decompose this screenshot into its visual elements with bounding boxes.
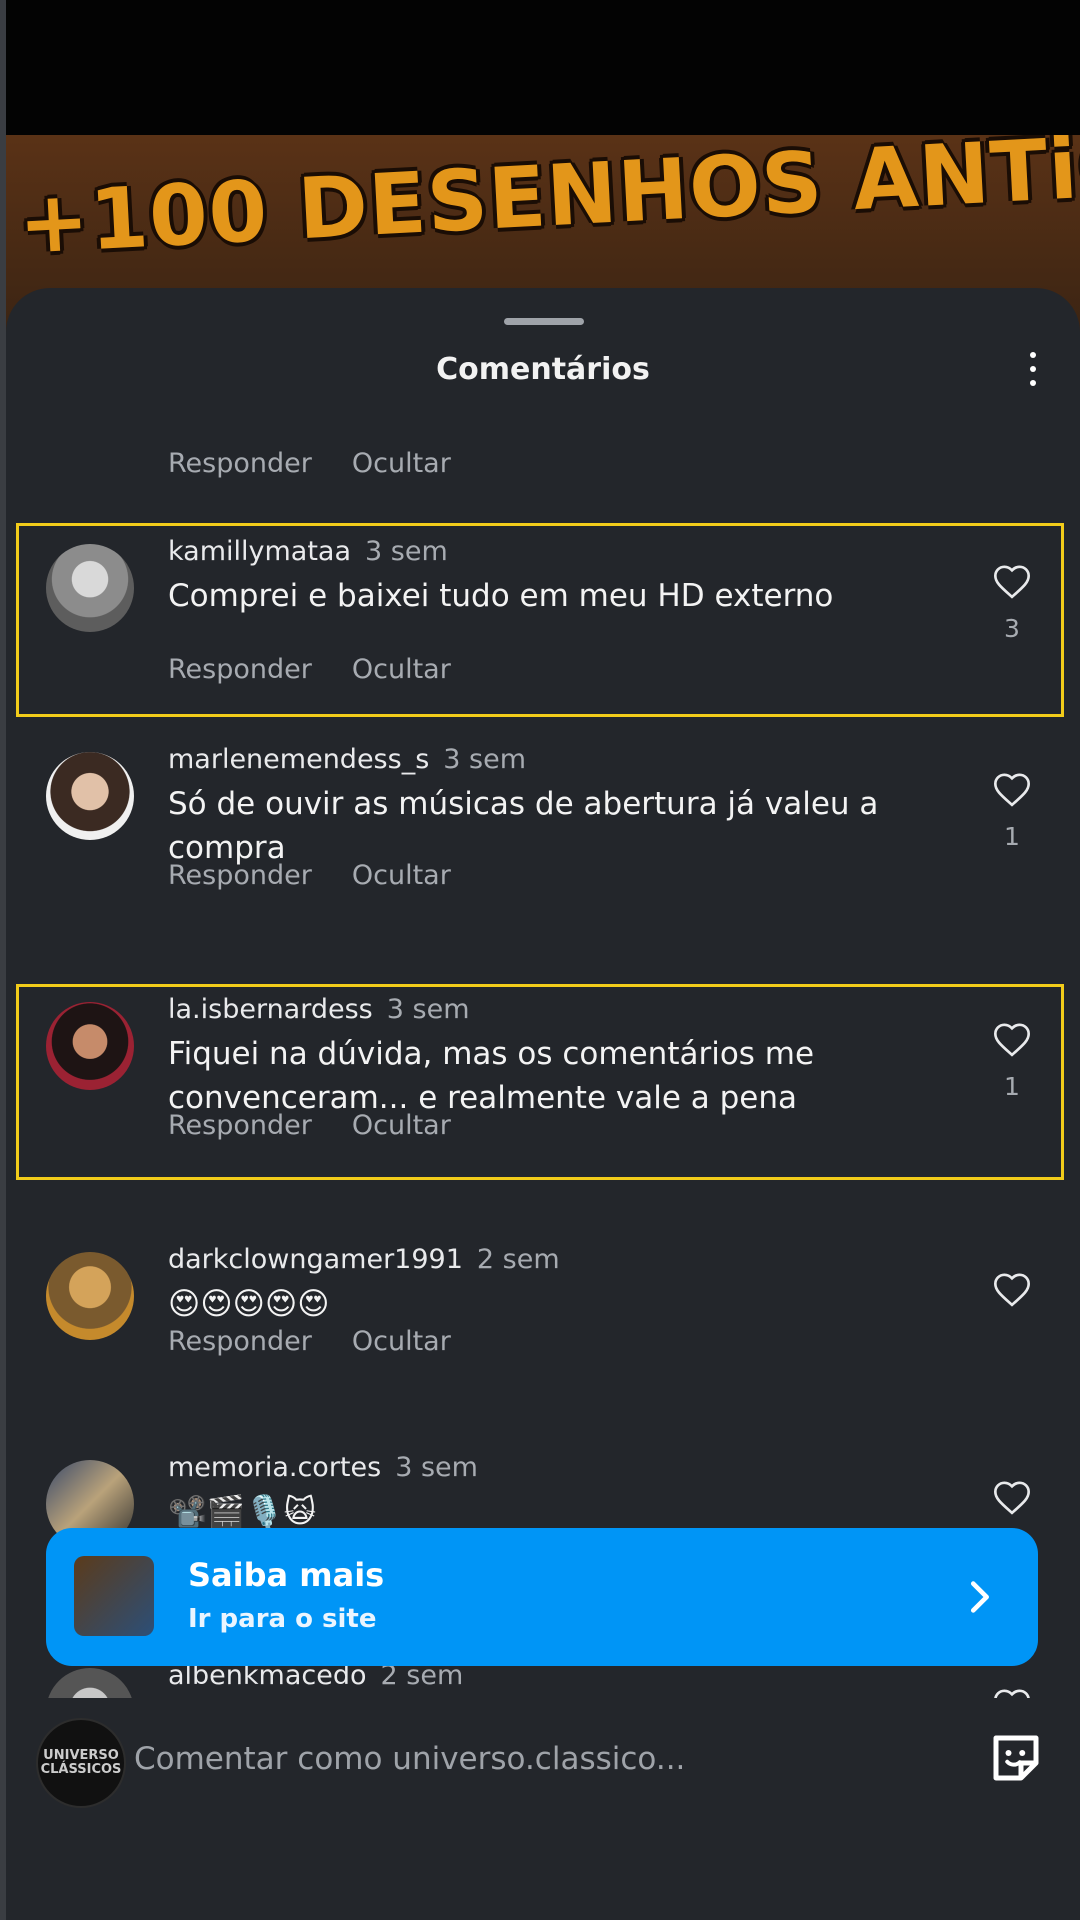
like-count: 3 bbox=[1004, 614, 1020, 643]
drag-handle[interactable] bbox=[504, 318, 584, 325]
hide-button[interactable]: Ocultar bbox=[352, 1326, 451, 1357]
comment-meta: memoria.cortes 3 sem bbox=[168, 1452, 478, 1483]
like-control[interactable]: 1 bbox=[990, 770, 1034, 851]
avatar[interactable] bbox=[46, 1002, 134, 1090]
hide-button[interactable]: Ocultar bbox=[352, 654, 451, 685]
avatar[interactable] bbox=[46, 752, 134, 840]
reply-button[interactable]: Responder bbox=[168, 1110, 312, 1141]
comment-time: 2 sem bbox=[476, 1244, 560, 1275]
comment-username[interactable]: marlenemendess_s bbox=[168, 744, 429, 775]
comment-username[interactable]: darkclowngamer1991 bbox=[168, 1244, 463, 1275]
banner-title: +100 DESENHOS ANTiGOS bbox=[16, 135, 1080, 273]
comment-composer: UNIVERSO CLÁSSICOS bbox=[6, 1698, 1080, 1828]
self-avatar: UNIVERSO CLÁSSICOS bbox=[36, 1718, 126, 1808]
comment-text: Comprei e baixei tudo em meu HD externo bbox=[168, 578, 834, 614]
comment-meta: darkclowngamer1991 2 sem bbox=[168, 1244, 560, 1275]
reply-button[interactable]: Responder bbox=[168, 860, 312, 891]
comment-actions: Responder Ocultar bbox=[168, 654, 451, 685]
comment-input[interactable] bbox=[132, 1728, 936, 1790]
learn-more-button[interactable]: Saiba mais Ir para o site bbox=[46, 1528, 1038, 1666]
like-control[interactable] bbox=[990, 1478, 1034, 1516]
comment-actions: Responder Ocultar bbox=[168, 860, 451, 891]
comment-time: 3 sem bbox=[443, 744, 527, 775]
previous-comment-actions: Responder Ocultar bbox=[168, 448, 451, 479]
comment-username[interactable]: memoria.cortes bbox=[168, 1452, 381, 1483]
comment-meta: la.isbernardess 3 sem bbox=[168, 994, 470, 1025]
comment-text: Fiquei na dúvida, mas os comentários me … bbox=[168, 1036, 815, 1116]
heart-icon[interactable] bbox=[992, 1270, 1032, 1308]
heart-icon[interactable] bbox=[992, 770, 1032, 808]
sticker-icon[interactable] bbox=[986, 1728, 1046, 1788]
reply-button[interactable]: Responder bbox=[168, 654, 312, 685]
comment-text: 😍😍😍😍😍 bbox=[168, 1286, 330, 1322]
like-count: 1 bbox=[1004, 1072, 1020, 1101]
avatar[interactable] bbox=[46, 1252, 134, 1340]
cta-subtitle: Ir para o site bbox=[188, 1604, 377, 1634]
heart-icon[interactable] bbox=[992, 1020, 1032, 1058]
heart-icon[interactable] bbox=[992, 562, 1032, 600]
avatar[interactable] bbox=[46, 544, 134, 632]
comment-text: Só de ouvir as músicas de abertura já va… bbox=[168, 786, 879, 866]
hide-button[interactable]: Ocultar bbox=[352, 860, 451, 891]
comment-time: 3 sem bbox=[395, 1452, 478, 1483]
comment-actions: Responder Ocultar bbox=[168, 1110, 451, 1141]
more-options-icon[interactable] bbox=[1026, 352, 1040, 396]
video-top-area bbox=[0, 0, 1080, 135]
hide-button[interactable]: Ocultar bbox=[352, 448, 451, 479]
hide-button[interactable]: Ocultar bbox=[352, 1110, 451, 1141]
reply-button[interactable]: Responder bbox=[168, 448, 312, 479]
chevron-right-icon bbox=[970, 1581, 989, 1613]
heart-icon[interactable] bbox=[992, 1478, 1032, 1516]
cta-thumbnail bbox=[74, 1556, 154, 1636]
sheet-title: Comentários bbox=[436, 352, 650, 387]
comment-username[interactable]: la.isbernardess bbox=[168, 994, 373, 1025]
comments-list[interactable]: Responder Ocultar kamillymataa 3 sem Comp… bbox=[6, 418, 1080, 1700]
cta-title: Saiba mais bbox=[188, 1556, 385, 1594]
comment-actions: Responder Ocultar bbox=[168, 1326, 451, 1357]
avatar[interactable] bbox=[46, 1668, 134, 1700]
reply-button[interactable]: Responder bbox=[168, 1326, 312, 1357]
like-control[interactable] bbox=[990, 1270, 1034, 1308]
comments-sheet: Comentários Responder Ocultar kamillymat… bbox=[6, 288, 1080, 1920]
like-control[interactable]: 3 bbox=[990, 562, 1034, 643]
comment-username[interactable]: kamillymataa bbox=[168, 536, 351, 567]
comment-time: 3 sem bbox=[365, 536, 448, 567]
comment-meta: kamillymataa 3 sem bbox=[168, 536, 448, 567]
comment-time: 3 sem bbox=[386, 994, 470, 1025]
like-control[interactable]: 1 bbox=[990, 1020, 1034, 1101]
comment-meta: marlenemendess_s 3 sem bbox=[168, 744, 526, 775]
like-count: 1 bbox=[1004, 822, 1020, 851]
